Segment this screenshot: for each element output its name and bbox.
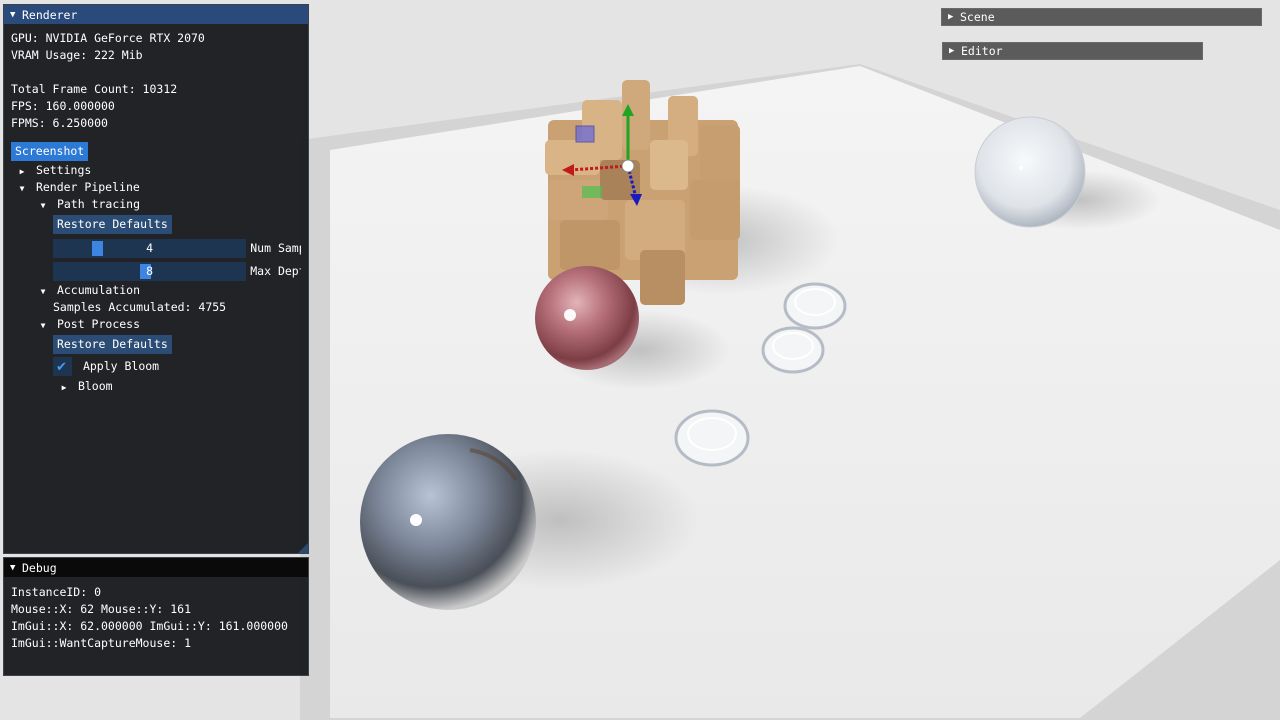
chevron-right-icon: ▶	[949, 46, 955, 56]
post-process-node[interactable]: ▼ Post Process	[11, 316, 301, 333]
debug-title-bar[interactable]: ▼ Debug	[4, 558, 308, 577]
red-sphere[interactable]	[535, 266, 639, 370]
max-depth-label: Max Depth	[250, 264, 301, 278]
glass-ring[interactable]	[674, 409, 750, 467]
mouse-coords-label: Mouse::X: 62 Mouse::Y: 161	[11, 602, 192, 616]
chevron-right-icon: ▶	[19, 167, 25, 176]
debug-title: Debug	[22, 560, 57, 575]
num-samples-slider[interactable]: 4	[53, 238, 247, 258]
mirror-sphere[interactable]	[360, 434, 536, 610]
collapse-triangle-icon[interactable]: ▼	[10, 10, 22, 20]
fpms-label: FPMS: 6.250000	[11, 116, 108, 130]
samples-accumulated-label: Samples Accumulated: 4755	[53, 300, 227, 314]
scene-title: Scene	[960, 10, 995, 24]
apply-bloom-label: Apply Bloom	[82, 359, 160, 373]
scene-window-header[interactable]: ▶ Scene	[941, 8, 1262, 26]
chevron-right-icon: ▶	[948, 12, 954, 22]
instance-id-label: InstanceID: 0	[11, 585, 102, 599]
collapse-triangle-icon[interactable]: ▼	[10, 563, 22, 573]
render-pipeline-node[interactable]: ▼ Render Pipeline	[11, 179, 301, 196]
path-tracing-node[interactable]: ▼ Path tracing	[11, 196, 301, 213]
vram-label: VRAM Usage: 222 Mib	[11, 48, 143, 62]
chevron-down-icon: ▼	[40, 321, 46, 330]
renderer-title-bar[interactable]: ▼ Renderer	[4, 5, 308, 24]
chevron-down-icon: ▼	[40, 201, 46, 210]
debug-window[interactable]: ▼ Debug InstanceID: 0 Mouse::X: 62 Mouse…	[3, 557, 309, 676]
resize-grip[interactable]	[298, 543, 308, 553]
editor-title: Editor	[961, 44, 1003, 58]
imgui-mouse-label: ImGui::X: 62.000000 ImGui::Y: 161.000000	[11, 619, 288, 633]
screenshot-button[interactable]: Screenshot	[11, 142, 89, 161]
renderer-title: Renderer	[22, 7, 78, 22]
chevron-down-icon: ▼	[19, 184, 25, 193]
checkmark-icon: ✔	[56, 360, 67, 375]
fps-label: FPS: 160.000000	[11, 99, 115, 113]
restore-defaults-button[interactable]: Restore Defaults	[53, 335, 172, 354]
apply-bloom-row[interactable]: ✔ Apply Bloom	[11, 355, 301, 377]
frame-count-label: Total Frame Count: 10312	[11, 82, 178, 96]
chevron-down-icon: ▼	[40, 287, 46, 296]
accumulation-node[interactable]: ▼ Accumulation	[11, 282, 301, 299]
editor-window-header[interactable]: ▶ Editor	[942, 42, 1203, 60]
glass-sphere[interactable]	[974, 116, 1086, 228]
glass-ring[interactable]	[761, 326, 825, 374]
restore-defaults-button[interactable]: Restore Defaults	[53, 215, 172, 234]
renderer-window[interactable]: ▼ Renderer GPU: NVIDIA GeForce RTX 2070 …	[3, 4, 309, 554]
num-samples-label: Num Samples	[250, 241, 301, 255]
chevron-right-icon: ▶	[61, 383, 67, 392]
want-capture-label: ImGui::WantCaptureMouse: 1	[11, 636, 192, 650]
glass-ring[interactable]	[783, 282, 847, 330]
max-depth-slider[interactable]: 8	[53, 261, 247, 281]
bloom-node[interactable]: ▶ Bloom	[11, 378, 301, 395]
gpu-label: GPU: NVIDIA GeForce RTX 2070	[11, 31, 205, 45]
settings-node[interactable]: ▶ Settings	[11, 162, 301, 179]
apply-bloom-checkbox[interactable]: ✔	[53, 357, 72, 376]
